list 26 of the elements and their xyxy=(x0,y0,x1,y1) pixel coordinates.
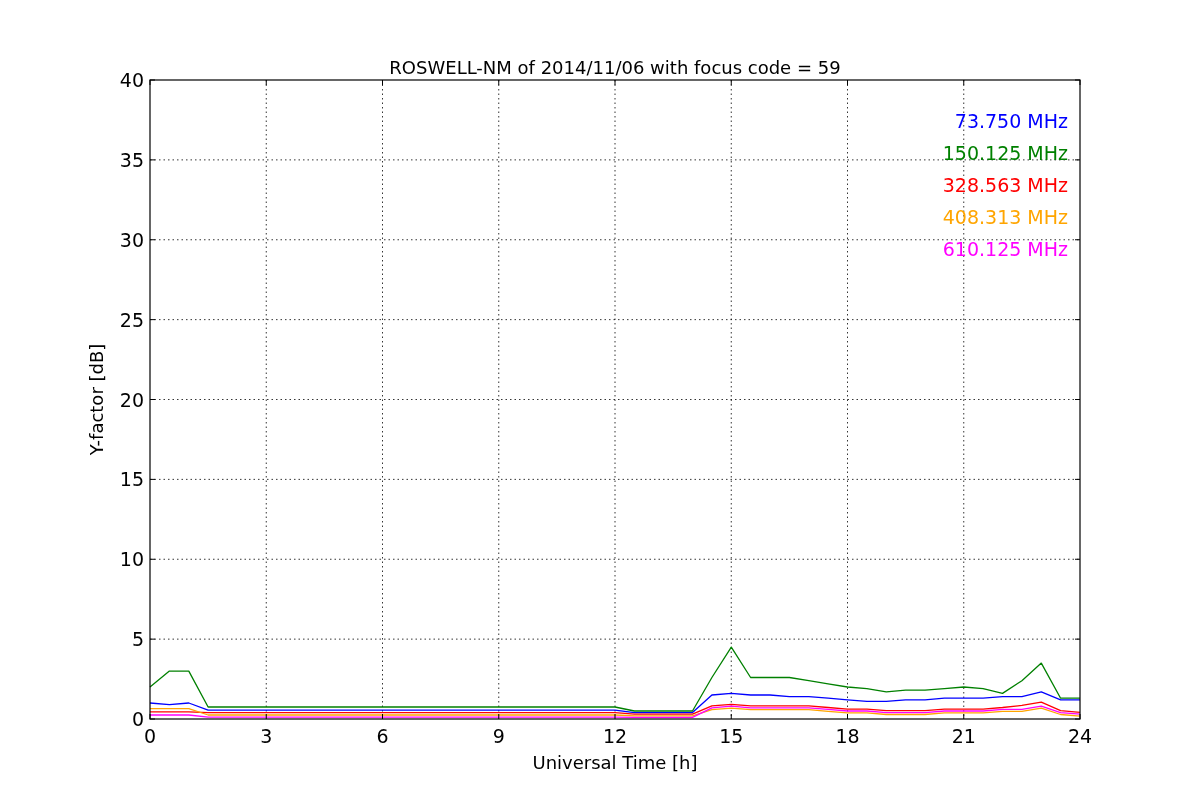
legend-label: 73.750 MHz xyxy=(954,110,1068,132)
legend-label: 150.125 MHz xyxy=(942,142,1068,164)
legend-label: 328.563 MHz xyxy=(942,174,1068,196)
x-tick-label: 21 xyxy=(951,725,976,747)
x-tick-label: 12 xyxy=(602,725,628,747)
x-tick-label: 6 xyxy=(376,725,389,747)
y-tick-label: 10 xyxy=(119,548,144,571)
x-tick-label: 15 xyxy=(719,725,744,747)
y-tick-label: 30 xyxy=(119,228,144,251)
x-tick-label: 0 xyxy=(143,725,157,747)
chart-title: ROSWELL-NM of 2014/11/06 with focus code = 59 xyxy=(389,57,841,78)
y-tick-label: 40 xyxy=(119,69,144,91)
y-tick-label: 15 xyxy=(119,468,144,491)
y-tick-label: 0 xyxy=(131,708,144,730)
y-axis-label: Y-factor [dB] xyxy=(86,343,107,456)
y-tick-label: 20 xyxy=(119,388,144,411)
x-tick-label: 3 xyxy=(260,725,273,747)
y-tick-label: 35 xyxy=(119,148,144,171)
x-tick-label: 9 xyxy=(492,725,505,747)
y-tick-label: 5 xyxy=(131,628,144,651)
x-tick-label: 18 xyxy=(835,725,860,747)
x-tick-label: 24 xyxy=(1067,725,1093,747)
y-tick-label: 25 xyxy=(119,308,144,331)
x-axis-label: Universal Time [h] xyxy=(532,752,698,773)
legend-label: 610.125 MHz xyxy=(942,238,1068,260)
legend-label: 408.313 MHz xyxy=(942,206,1068,228)
